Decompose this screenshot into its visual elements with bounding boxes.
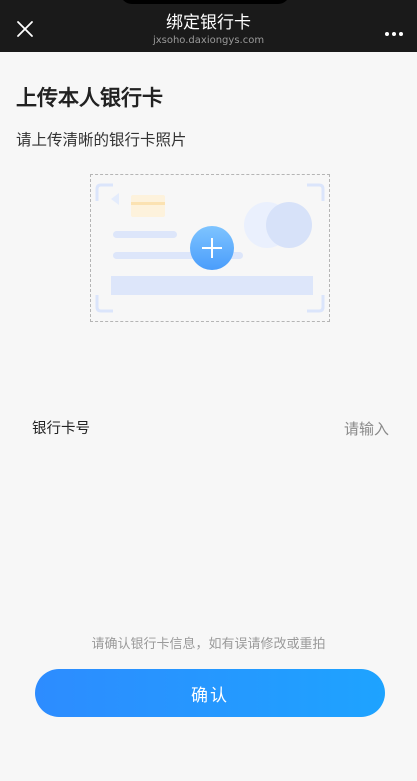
header-title: 绑定银行卡 <box>166 13 251 33</box>
confirm-notice: 请确认银行卡信息，如有误请修改或重拍 <box>91 637 326 652</box>
header-url: jxsoho.daxiongys.com <box>152 35 265 46</box>
status-notch <box>120 0 290 4</box>
card-number-row: 银行卡号 <box>0 410 417 448</box>
card-number-label: 银行卡号 <box>32 421 90 437</box>
plus-icon <box>189 225 235 271</box>
page-title: 上传本人银行卡 <box>16 86 163 110</box>
more-button[interactable] <box>379 16 409 46</box>
page-subtitle: 请上传清晰的银行卡照片 <box>16 131 187 149</box>
card-upload-area[interactable] <box>90 174 330 322</box>
header-bar: 绑定银行卡 jxsoho.daxiongys.com <box>0 0 417 52</box>
card-number-input[interactable] <box>189 416 389 442</box>
more-dots-icon <box>384 22 404 41</box>
confirm-button[interactable]: 确认 <box>35 669 385 717</box>
